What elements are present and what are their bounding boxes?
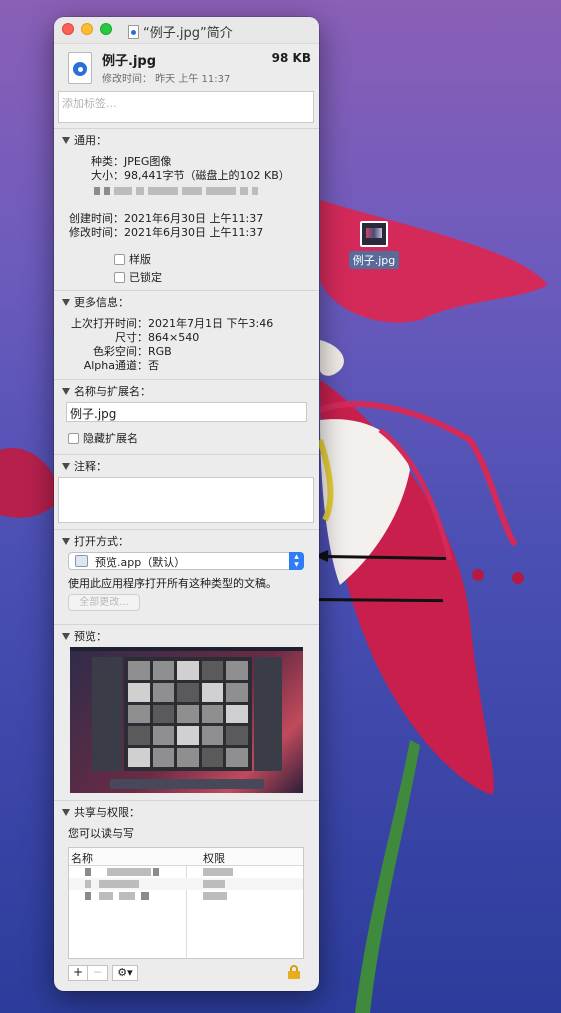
disclosure-triangle-icon: [62, 298, 70, 306]
change-all-button[interactable]: 全部更改...: [68, 594, 140, 611]
section-name-ext-toggle[interactable]: 名称与扩展名：: [62, 383, 151, 399]
image-file-icon: [360, 221, 388, 247]
modified-value: 2021年6月30日 上午11:37: [124, 226, 264, 239]
table-row[interactable]: [69, 878, 303, 890]
chevron-up-down-icon: ▴ ▾: [289, 552, 304, 570]
checkbox-icon: [114, 253, 125, 265]
stationery-checkbox[interactable]: 样版: [114, 251, 151, 267]
section-more-info-toggle[interactable]: 更多信息：: [62, 294, 129, 310]
section-open-with: 打开方式： 预览.app（默认） ▴ ▾ 使用此应用程序打开所有这种类型的文稿。 …: [54, 529, 319, 625]
disclosure-triangle-icon: [62, 387, 70, 395]
section-comments: 注释：: [54, 454, 319, 530]
section-more-info: 更多信息： 上次打开时间：2021年7月1日 下午3:46 尺寸：864×540…: [54, 290, 319, 380]
info-window: “例子.jpg”简介 例子.jpg 98 KB 修改时间： 昨天 上午 11:3…: [54, 17, 319, 991]
file-size: 98 KB: [271, 51, 311, 65]
preview-file-icon: [68, 52, 92, 84]
hide-extension-label: 隐藏扩展名: [83, 432, 138, 445]
modified-row: 修改时间：2021年6月30日 上午11:37: [62, 224, 263, 240]
permissions-controls: + − ⚙▾: [68, 965, 138, 981]
permissions-table-header: 名称 权限: [69, 848, 303, 866]
open-with-value: 预览.app（默认）: [95, 556, 186, 569]
section-preview: 预览：: [54, 624, 319, 799]
comments-field[interactable]: [58, 477, 314, 523]
locked-checkbox[interactable]: 已锁定: [114, 269, 162, 285]
section-sharing-title: 共享与权限：: [74, 806, 140, 819]
file-modified: 修改时间： 昨天 上午 11:37: [102, 74, 231, 85]
table-row[interactable]: [69, 890, 303, 902]
section-name-ext: 名称与扩展名： 例子.jpg 隐藏扩展名: [54, 379, 319, 455]
gear-menu-button[interactable]: ⚙▾: [112, 965, 138, 981]
column-privilege-header[interactable]: 权限: [203, 850, 225, 866]
permission-status: 您可以读与写: [68, 827, 134, 840]
name-field[interactable]: 例子.jpg: [66, 402, 307, 422]
section-preview-title: 预览：: [74, 630, 107, 643]
section-comments-toggle[interactable]: 注释：: [62, 458, 107, 474]
window-controls: [62, 23, 112, 35]
lock-icon[interactable]: [288, 965, 300, 979]
locked-label: 已锁定: [129, 271, 162, 284]
document-icon: [128, 24, 139, 39]
alpha-row: Alpha通道：否: [62, 357, 159, 373]
section-preview-toggle[interactable]: 预览：: [62, 628, 107, 644]
section-general-toggle[interactable]: 通用：: [62, 132, 107, 148]
desktop-file-label: 例子.jpg: [348, 251, 400, 269]
hide-extension-checkbox[interactable]: 隐藏扩展名: [68, 430, 138, 446]
window-title: “例子.jpg”简介: [128, 22, 233, 41]
stationery-label: 样版: [129, 253, 151, 266]
add-user-button[interactable]: +: [68, 965, 88, 981]
close-button[interactable]: [62, 23, 74, 35]
checkbox-icon: [114, 271, 125, 283]
disclosure-triangle-icon: [62, 462, 70, 470]
section-more-info-title: 更多信息：: [74, 296, 129, 309]
column-name-header[interactable]: 名称: [71, 850, 93, 866]
disclosure-triangle-icon: [62, 808, 70, 816]
title-bar[interactable]: “例子.jpg”简介: [54, 17, 319, 43]
open-with-select[interactable]: 预览.app（默认） ▴ ▾: [68, 552, 304, 570]
disclosure-triangle-icon: [62, 136, 70, 144]
size-label: 大小：: [91, 169, 124, 182]
section-open-with-toggle[interactable]: 打开方式：: [62, 533, 129, 549]
section-open-with-title: 打开方式：: [74, 535, 129, 548]
file-name: 例子.jpg: [102, 54, 157, 69]
section-comments-title: 注释：: [74, 460, 107, 473]
tags-input[interactable]: 添加标签...: [58, 91, 314, 123]
size-value: 98,441字节（磁盘上的102 KB）: [124, 169, 290, 182]
section-name-ext-title: 名称与扩展名：: [74, 385, 151, 398]
permissions-table: 名称 权限: [68, 847, 304, 960]
section-general-title: 通用：: [74, 134, 107, 147]
alpha-value: 否: [148, 359, 159, 372]
zoom-button[interactable]: [100, 23, 112, 35]
open-with-note: 使用此应用程序打开所有这种类型的文稿。: [68, 577, 277, 590]
modified-label: 修改时间：: [69, 226, 124, 239]
window-title-text: “例子.jpg”简介: [143, 26, 233, 41]
preview-app-icon: [75, 555, 88, 567]
table-row[interactable]: [69, 866, 303, 878]
size-row: 大小：98,441字节（磁盘上的102 KB）: [62, 167, 290, 183]
checkbox-icon: [68, 432, 79, 444]
alpha-label: Alpha通道：: [83, 359, 148, 372]
section-general: 通用： 种类：JPEG图像 大小：98,441字节（磁盘上的102 KB） 创建…: [54, 128, 319, 300]
section-sharing: 共享与权限： 您可以读与写 名称 权限 + − ⚙▾: [54, 800, 319, 991]
disclosure-triangle-icon: [62, 632, 70, 640]
section-sharing-toggle[interactable]: 共享与权限：: [62, 804, 140, 820]
disclosure-triangle-icon: [62, 537, 70, 545]
where-row-redacted: [94, 184, 262, 197]
minimize-button[interactable]: [81, 23, 93, 35]
image-preview: [70, 647, 303, 793]
desktop-file-item[interactable]: 例子.jpg: [346, 221, 402, 269]
remove-user-button[interactable]: −: [88, 965, 108, 981]
